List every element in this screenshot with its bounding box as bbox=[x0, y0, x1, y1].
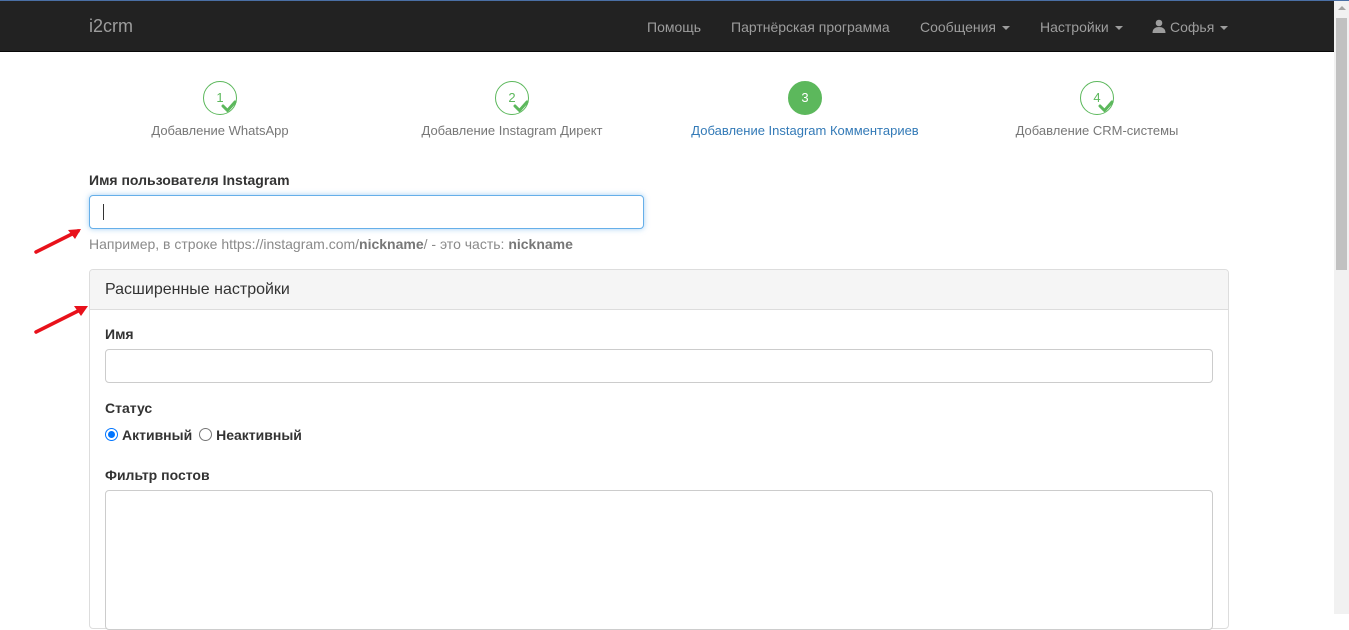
step-label: Добавление CRM-системы bbox=[1015, 123, 1179, 138]
nav-user-label: Софья bbox=[1170, 19, 1215, 35]
status-label: Статус bbox=[105, 400, 153, 416]
chevron-down-icon bbox=[1001, 26, 1010, 31]
step-label: Добавление Instagram Директ bbox=[421, 123, 603, 138]
checkmark-icon bbox=[513, 100, 529, 112]
nav-user-dropdown[interactable]: Софья bbox=[1152, 17, 1229, 37]
instagram-username-label: Имя пользователя Instagram bbox=[89, 172, 290, 188]
instagram-username-input[interactable] bbox=[89, 195, 644, 229]
nav-partner-link[interactable]: Партнёрская программа bbox=[731, 17, 890, 37]
help-nickname: nickname bbox=[359, 236, 424, 252]
status-option-active[interactable]: Активный bbox=[105, 427, 192, 443]
scroll-up-arrow-icon[interactable] bbox=[1338, 6, 1346, 10]
top-navbar: i2crm Помощь Партнёрская программа Сообщ… bbox=[0, 1, 1334, 52]
user-icon bbox=[1152, 19, 1166, 33]
nav-help-link[interactable]: Помощь bbox=[647, 17, 701, 37]
nav-settings-dropdown[interactable]: Настройки bbox=[1040, 17, 1123, 37]
chevron-down-icon bbox=[1220, 26, 1229, 31]
status-radio-group: Активный Неактивный bbox=[105, 426, 302, 444]
nav-messages-label: Сообщения bbox=[920, 19, 996, 35]
panel-title: Расширенные настройки bbox=[105, 281, 290, 298]
radio-button-checked[interactable] bbox=[105, 428, 118, 441]
text-cursor bbox=[103, 204, 104, 220]
status-option-inactive[interactable]: Неактивный bbox=[196, 427, 302, 443]
post-filter-textarea[interactable] bbox=[105, 490, 1213, 630]
annotation-arrow-icon bbox=[34, 306, 88, 334]
checkmark-icon bbox=[1098, 100, 1114, 112]
status-active-label[interactable]: Активный bbox=[122, 427, 192, 443]
name-label: Имя bbox=[105, 326, 134, 342]
chevron-down-icon bbox=[1114, 26, 1123, 31]
nav-settings-label: Настройки bbox=[1040, 19, 1109, 35]
nav-messages-dropdown[interactable]: Сообщения bbox=[920, 17, 1010, 37]
post-filter-label: Фильтр постов bbox=[105, 467, 210, 483]
status-inactive-label[interactable]: Неактивный bbox=[216, 427, 302, 443]
step-label: Добавление WhatsApp bbox=[151, 123, 289, 138]
checkmark-icon bbox=[221, 100, 237, 112]
help-middle: / - это часть: bbox=[423, 236, 509, 252]
scrollbar-thumb[interactable] bbox=[1336, 18, 1347, 270]
help-prefix: Например, в строке https://instagram.com… bbox=[89, 236, 360, 252]
username-help-text: Например, в строке https://instagram.com… bbox=[89, 235, 573, 253]
panel-heading[interactable]: Расширенные настройки bbox=[90, 270, 1228, 310]
step-label: Добавление Instagram Комментариев bbox=[691, 123, 919, 138]
step-number-badge: 3 bbox=[788, 81, 822, 115]
help-nickname-2: nickname bbox=[508, 236, 573, 252]
name-input[interactable] bbox=[105, 349, 1213, 383]
annotation-arrow-icon bbox=[34, 229, 81, 254]
brand-logo[interactable]: i2crm bbox=[89, 16, 133, 36]
page-scrollbar[interactable] bbox=[1334, 1, 1349, 614]
radio-button[interactable] bbox=[199, 428, 213, 441]
